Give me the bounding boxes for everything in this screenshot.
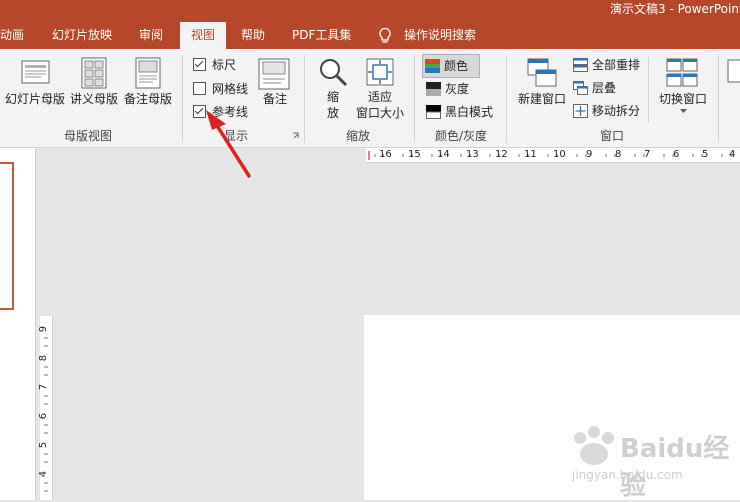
ribbon-view: 幻灯片母版 讲义母版 备注母版 母版视图 标尺 网格线 参考线 备注 显示 缩 … bbox=[0, 49, 740, 148]
cascade-button[interactable]: 层叠 bbox=[573, 79, 616, 97]
notes-master-label: 备注母版 bbox=[123, 92, 172, 106]
black-white-button[interactable]: 黑白模式 bbox=[426, 103, 493, 121]
tab-view[interactable]: 视图 bbox=[180, 22, 226, 49]
ruler-number: 10 bbox=[553, 149, 566, 160]
ruler-ticks bbox=[44, 337, 48, 492]
ruler-number: 16 bbox=[379, 149, 392, 160]
ruler-number: 6 bbox=[673, 149, 680, 160]
new-window-button[interactable]: 新建窗口 bbox=[514, 49, 570, 123]
handout-master-label: 讲义母版 bbox=[69, 92, 118, 106]
ruler-number: 15 bbox=[408, 149, 421, 160]
zoom-label-line2: 放 bbox=[326, 106, 339, 120]
ruler-checkbox[interactable]: 标尺 bbox=[193, 56, 236, 74]
grayscale-button[interactable]: 灰度 bbox=[426, 80, 469, 98]
checkbox-checked-icon bbox=[193, 58, 206, 71]
ruler-number: 12 bbox=[495, 149, 508, 160]
fit-to-window-icon bbox=[366, 58, 394, 86]
title-bar: 演示文稿3 - PowerPoint bbox=[0, 0, 740, 22]
cascade-label: 层叠 bbox=[592, 81, 617, 95]
new-window-label: 新建窗口 bbox=[517, 92, 566, 106]
ruler-number: 8 bbox=[615, 149, 622, 160]
group-separator bbox=[414, 55, 415, 143]
group-label-window: 窗口 bbox=[600, 129, 625, 143]
new-window-icon bbox=[527, 58, 557, 87]
zoom-button[interactable]: 缩 放 bbox=[312, 49, 354, 123]
color-mode-button[interactable]: 颜色 bbox=[422, 54, 480, 78]
group-separator bbox=[718, 55, 719, 143]
move-split-button[interactable]: 移动拆分 bbox=[573, 102, 640, 120]
handout-master-icon bbox=[81, 57, 107, 89]
watermark-text: Baidu经验 bbox=[620, 434, 730, 501]
chevron-down-icon bbox=[680, 109, 687, 113]
notes-master-icon bbox=[135, 57, 161, 89]
group-separator bbox=[182, 55, 183, 143]
window-title: 演示文稿3 - PowerPoint bbox=[610, 2, 740, 16]
group-separator bbox=[304, 55, 305, 143]
grayscale-label: 灰度 bbox=[445, 82, 470, 96]
handout-master-button[interactable]: 讲义母版 bbox=[67, 49, 121, 123]
ruler-number: 4 bbox=[729, 149, 736, 160]
ruler-number: 7 bbox=[644, 149, 651, 160]
ruler-number: 5 bbox=[702, 149, 709, 160]
notes-button[interactable]: 备注 bbox=[255, 49, 295, 123]
arrange-all-icon bbox=[573, 57, 588, 72]
move-split-icon bbox=[573, 103, 588, 118]
gridlines-label: 网格线 bbox=[212, 82, 249, 96]
tab-help[interactable]: 帮助 bbox=[241, 22, 265, 49]
ribbon-tab-bar: 动画 幻灯片放映 审阅 视图 帮助 PDF工具集 操作说明搜索 bbox=[0, 22, 740, 49]
ruler-label: 标尺 bbox=[212, 58, 237, 72]
tab-review[interactable]: 审阅 bbox=[139, 22, 163, 49]
group-label-zoom: 缩放 bbox=[346, 129, 371, 143]
gridlines-checkbox[interactable]: 网格线 bbox=[193, 80, 248, 98]
notes-label: 备注 bbox=[262, 92, 287, 106]
group-label-color: 颜色/灰度 bbox=[435, 129, 488, 143]
ruler-number: 13 bbox=[466, 149, 479, 160]
macros-icon[interactable] bbox=[727, 59, 740, 83]
slide-master-icon bbox=[21, 60, 50, 84]
ruler-number: 11 bbox=[524, 149, 537, 160]
switch-windows-label: 切换窗口 bbox=[658, 92, 707, 106]
arrange-all-label: 全部重排 bbox=[592, 58, 641, 72]
checkbox-unchecked-icon bbox=[193, 82, 206, 95]
notes-pane-icon bbox=[258, 58, 290, 90]
group-separator bbox=[648, 57, 649, 123]
tab-pdf-tools[interactable]: PDF工具集 bbox=[292, 22, 351, 49]
switch-windows-icon bbox=[666, 58, 698, 87]
slide-master-button[interactable]: 幻灯片母版 bbox=[4, 49, 66, 123]
dialog-launcher-icon[interactable] bbox=[292, 132, 300, 140]
guides-label: 参考线 bbox=[212, 105, 249, 119]
slide-master-label: 幻灯片母版 bbox=[4, 92, 65, 106]
magnifier-icon bbox=[320, 59, 348, 87]
color-mode-label: 颜色 bbox=[444, 59, 469, 73]
zoom-label-line1: 缩 bbox=[326, 90, 339, 104]
switch-windows-button[interactable]: 切换窗口 bbox=[652, 49, 714, 123]
arrange-all-button[interactable]: 全部重排 bbox=[573, 56, 640, 74]
watermark-url: jingyan.baidu.com bbox=[572, 468, 683, 482]
fit-label-line1: 适应 bbox=[367, 90, 392, 104]
fit-to-window-button[interactable]: 适应 窗口大小 bbox=[354, 49, 406, 123]
group-separator bbox=[506, 55, 507, 143]
notes-master-button[interactable]: 备注母版 bbox=[121, 49, 175, 123]
horizontal-ruler[interactable]: 16 15 14 13 12 11 10 9 8 7 6 5 4 bbox=[366, 148, 740, 163]
grayscale-swatch-icon bbox=[426, 81, 441, 96]
move-split-label: 移动拆分 bbox=[592, 104, 641, 118]
ruler-number: 14 bbox=[437, 149, 450, 160]
guides-checkbox[interactable]: 参考线 bbox=[193, 103, 248, 121]
slide-thumbnail[interactable] bbox=[0, 162, 14, 310]
vertical-ruler[interactable]: 9 8 7 6 5 4 bbox=[38, 316, 53, 500]
black-white-swatch-icon bbox=[426, 104, 441, 119]
slide-thumbnail-pane[interactable] bbox=[0, 148, 36, 500]
fit-label-line2: 窗口大小 bbox=[355, 106, 404, 120]
group-label-master-views: 母版视图 bbox=[64, 129, 113, 143]
checkbox-checked-icon bbox=[193, 105, 206, 118]
tell-me-search[interactable]: 操作说明搜索 bbox=[404, 22, 476, 49]
tab-slideshow[interactable]: 幻灯片放映 bbox=[52, 22, 112, 49]
group-label-show: 显示 bbox=[224, 129, 249, 143]
tab-animations[interactable]: 动画 bbox=[0, 22, 24, 49]
black-white-label: 黑白模式 bbox=[445, 105, 494, 119]
ruler-number: 9 bbox=[586, 149, 593, 160]
lightbulb-icon bbox=[379, 27, 391, 43]
color-swatch-icon bbox=[425, 58, 440, 73]
cascade-icon bbox=[573, 80, 588, 95]
